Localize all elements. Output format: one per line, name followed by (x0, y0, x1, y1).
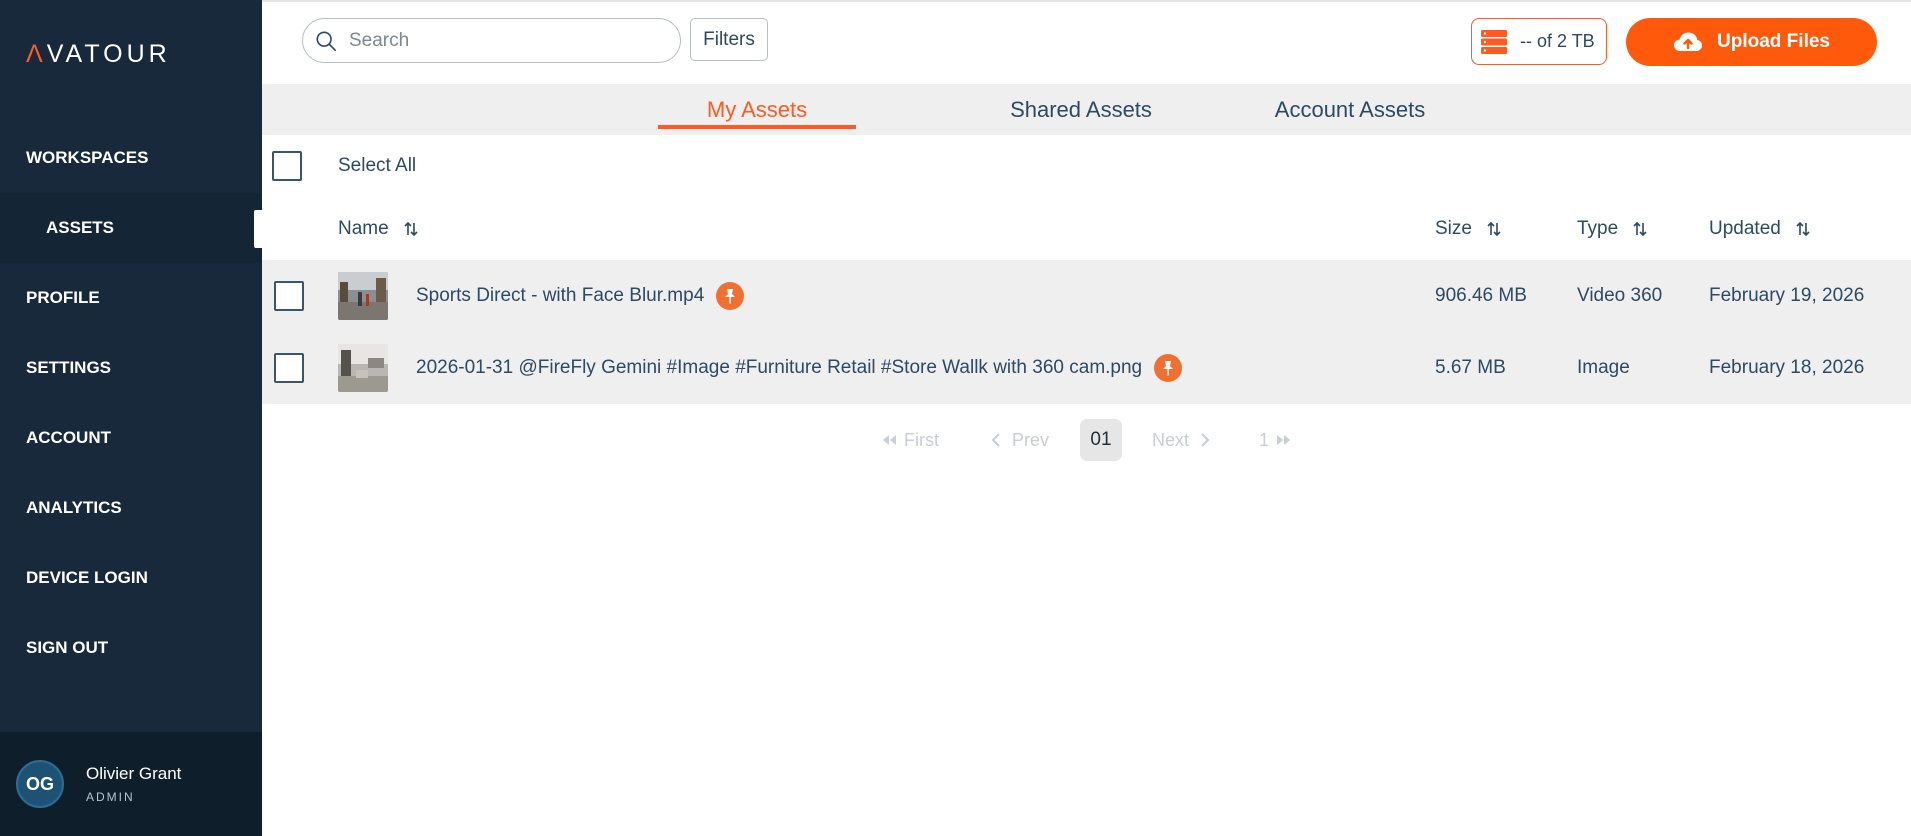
user-profile[interactable]: OG Olivier Grant ADMIN (0, 732, 262, 836)
chevron-right-icon (1201, 433, 1210, 447)
column-header-updated[interactable]: Updated (1709, 197, 1811, 260)
pagination-current-page[interactable]: 01 (1080, 419, 1122, 461)
asset-size: 906.46 MB (1435, 285, 1527, 306)
asset-name-text: 2026-01-31 @FireFly Gemini #Image #Furni… (416, 357, 1143, 378)
sidebar-item-workspaces[interactable]: WORKSPACES (0, 123, 262, 193)
sort-icon (404, 221, 418, 236)
column-header-label: Updated (1709, 217, 1781, 239)
asset-name-text: Sports Direct - with Face Blur.mp4 (416, 285, 705, 306)
top-bar: Filters -- of 2 TB Upload Files (262, 0, 1911, 84)
tab-shared-assets[interactable]: Shared Assets (956, 84, 1206, 135)
sidebar-item-label: SETTINGS (26, 358, 112, 377)
avatour-logo[interactable]: ΛVATOUR (26, 40, 171, 68)
user-role: ADMIN (86, 790, 135, 804)
sidebar-item-profile[interactable]: PROFILE (0, 263, 262, 333)
table-row[interactable]: 2026-01-31 @FireFly Gemini #Image #Furni… (262, 332, 1911, 404)
sidebar-item-analytics[interactable]: ANALYTICS (0, 473, 262, 543)
select-all-label[interactable]: Select All (338, 155, 416, 177)
storage-stack-icon (1481, 29, 1507, 54)
pagination-next[interactable]: Next (1152, 419, 1213, 461)
search-input[interactable] (349, 29, 659, 52)
sidebar-item-label: ASSETS (46, 218, 115, 237)
logo-mark: Λ (26, 39, 47, 68)
table-row[interactable]: Sports Direct - with Face Blur.mp4 906.4… (262, 260, 1911, 332)
asset-name[interactable]: Sports Direct - with Face Blur.mp4 (416, 260, 745, 332)
storage-text: -- of 2 TB (1520, 31, 1595, 51)
asset-thumbnail[interactable] (338, 344, 388, 392)
sidebar-item-settings[interactable]: SETTINGS (0, 333, 262, 403)
tab-my-assets[interactable]: My Assets (658, 84, 856, 135)
upload-files-button[interactable]: Upload Files (1626, 18, 1877, 66)
logo-text: VATOUR (46, 39, 171, 68)
sidebar-nav: WORKSPACES ASSETS PROFILE SETTINGS ACCOU… (0, 123, 262, 683)
pagination-prev[interactable]: Prev (988, 419, 1049, 461)
table-header: Name Size Type Updated (262, 197, 1911, 260)
sidebar-item-device-login[interactable]: DEVICE LOGIN (0, 543, 262, 613)
sidebar-item-sign-out[interactable]: SIGN OUT (0, 613, 262, 683)
column-header-type[interactable]: Type (1577, 197, 1648, 260)
double-chevron-right-icon (1277, 435, 1291, 445)
avatar: OG (16, 760, 64, 808)
storage-indicator[interactable]: -- of 2 TB (1471, 18, 1607, 65)
search-box[interactable] (302, 18, 681, 63)
search-icon (316, 31, 336, 51)
pin-icon[interactable] (1154, 354, 1183, 382)
column-header-size[interactable]: Size (1435, 197, 1502, 260)
pagination-first[interactable]: First (880, 419, 939, 461)
pagination-next-label: Next (1152, 429, 1190, 450)
select-all-checkbox[interactable] (272, 151, 302, 181)
sort-icon (1633, 221, 1647, 236)
asset-updated: February 18, 2026 (1709, 357, 1865, 378)
pagination-last[interactable]: 1 (1259, 419, 1293, 461)
pin-icon[interactable] (716, 282, 745, 310)
asset-type: Image (1577, 357, 1630, 378)
sidebar-item-label: WORKSPACES (26, 148, 149, 167)
user-name: Olivier Grant (86, 764, 182, 783)
sidebar-item-label: PROFILE (26, 288, 100, 307)
asset-updated: February 19, 2026 (1709, 285, 1865, 306)
column-header-name[interactable]: Name (338, 197, 419, 260)
column-header-label: Size (1435, 217, 1472, 239)
row-checkbox[interactable] (274, 281, 304, 311)
sidebar-item-label: SIGN OUT (26, 638, 109, 657)
user-info: Olivier Grant ADMIN (86, 764, 181, 804)
chevron-left-icon (991, 433, 1000, 447)
pagination-prev-label: Prev (1012, 429, 1050, 450)
select-all-row: Select All (262, 135, 1911, 197)
sidebar-item-label: ANALYTICS (26, 498, 122, 517)
asset-name[interactable]: 2026-01-31 @FireFly Gemini #Image #Furni… (416, 332, 1183, 404)
column-header-label: Name (338, 217, 389, 239)
asset-tabs: My Assets Shared Assets Account Assets (262, 84, 1911, 135)
cloud-upload-icon (1674, 32, 1703, 51)
tab-account-assets[interactable]: Account Assets (1250, 84, 1450, 135)
pagination-first-label: First (904, 429, 939, 450)
sidebar-item-assets[interactable]: ASSETS (0, 193, 262, 263)
sort-icon (1487, 221, 1501, 236)
sort-icon (1796, 221, 1810, 236)
sidebar-item-label: DEVICE LOGIN (26, 568, 148, 587)
column-header-label: Type (1577, 217, 1619, 239)
pagination: First Prev 01 Next 1 (0, 419, 1911, 461)
upload-files-label: Upload Files (1717, 31, 1830, 52)
double-chevron-left-icon (883, 435, 896, 445)
sidebar: ΛVATOUR WORKSPACES ASSETS PROFILE SETTIN… (0, 0, 262, 836)
asset-thumbnail[interactable] (338, 272, 388, 320)
asset-type: Video 360 (1577, 285, 1663, 306)
filters-button[interactable]: Filters (690, 18, 768, 61)
pagination-last-label: 1 (1259, 429, 1270, 450)
row-checkbox[interactable] (274, 353, 304, 383)
asset-size: 5.67 MB (1435, 357, 1506, 378)
